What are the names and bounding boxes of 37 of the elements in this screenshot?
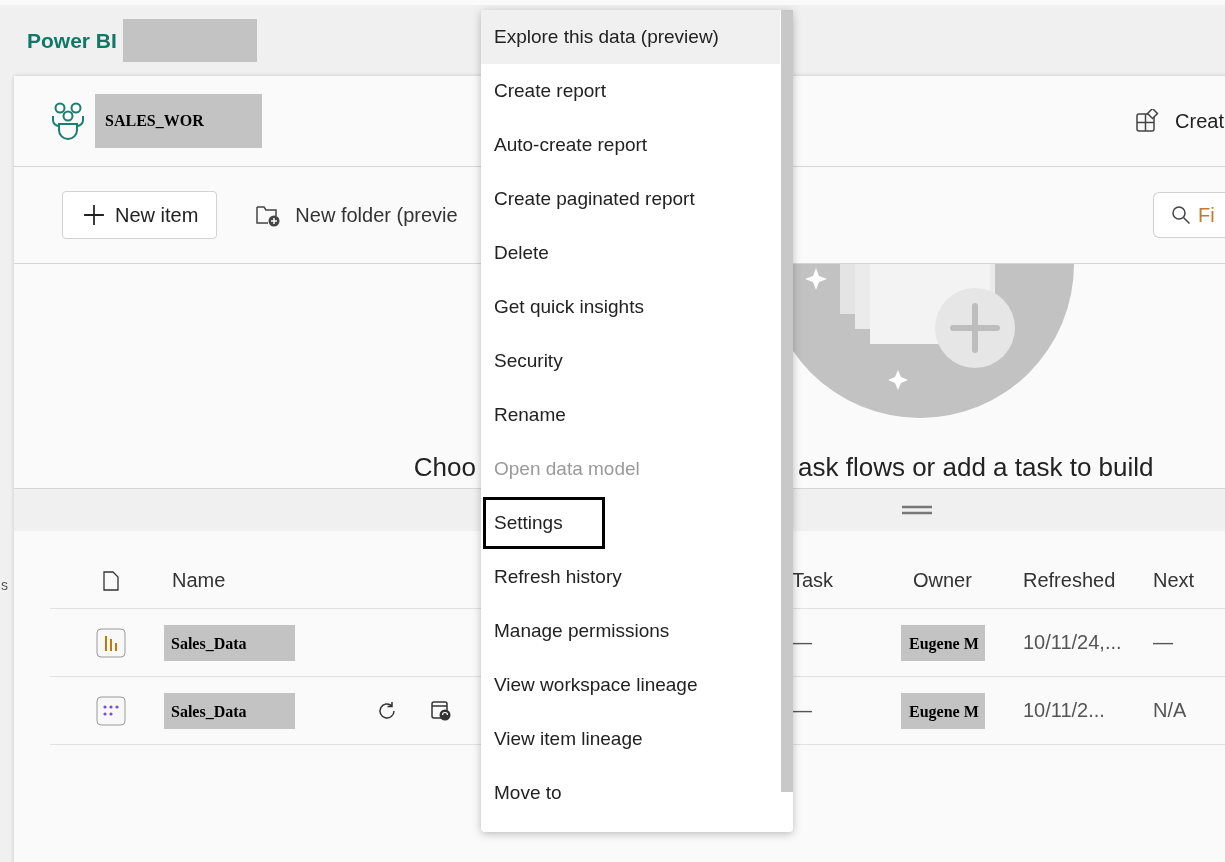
menu-item[interactable]: Create report — [481, 64, 780, 118]
menu-item[interactable]: Refresh history — [481, 550, 780, 604]
empty-state-heading: ask flows or add a task to build — [798, 452, 1155, 483]
empty-state-heading: Choo — [413, 452, 476, 483]
item-name-link[interactable]: Sales_Data — [164, 624, 295, 661]
menu-item[interactable]: Manage permissions — [481, 604, 780, 658]
new-item-button[interactable]: New item — [62, 191, 218, 239]
menu-item[interactable]: Create paginated report — [481, 172, 780, 226]
menu-item[interactable]: Explore this data (preview) — [481, 10, 780, 64]
column-header[interactable]: Refreshed — [1016, 569, 1146, 592]
edge-text: s — [1, 577, 8, 593]
table-cell-text: 10/11/2... — [1022, 699, 1106, 722]
item-name-link[interactable]: Sales_Data — [164, 692, 295, 729]
column-header[interactable]: Name — [164, 569, 356, 592]
menu-item[interactable]: View item lineage — [481, 712, 780, 766]
table-cell-text: 10/11/24,... — [1022, 631, 1123, 654]
menu-item[interactable]: Auto-create report — [481, 118, 780, 172]
new-folder-button[interactable]: New folder (previe — [295, 203, 458, 227]
column-header[interactable]: Next — [1146, 569, 1225, 592]
owner-name: Eugene M — [901, 692, 985, 729]
create-label[interactable]: Creat — [1175, 109, 1224, 133]
menu-item[interactable]: Security — [481, 334, 780, 388]
column-header[interactable]: Owner — [901, 569, 1016, 592]
menu-item[interactable]: Get quick insights — [481, 280, 780, 334]
table-cell-text: — — [791, 699, 813, 722]
owner-name: Eugene M — [901, 624, 985, 661]
menu-item[interactable]: Delete — [481, 226, 780, 280]
table-cell-text: — — [791, 631, 813, 654]
menu-item[interactable]: View workspace lineage — [481, 658, 780, 712]
table-cell-text: N/A — [1152, 699, 1188, 722]
menu-item[interactable]: Move to — [481, 766, 780, 820]
app-title[interactable]: Power BI — [27, 28, 117, 53]
menu-item[interactable]: Settings — [482, 496, 606, 550]
menu-item[interactable]: Rename — [481, 388, 780, 442]
table-cell-text: — — [1152, 631, 1174, 654]
workspace-name: SALES_WOR — [95, 94, 262, 148]
search-field[interactable]: Fi — [1153, 192, 1225, 238]
